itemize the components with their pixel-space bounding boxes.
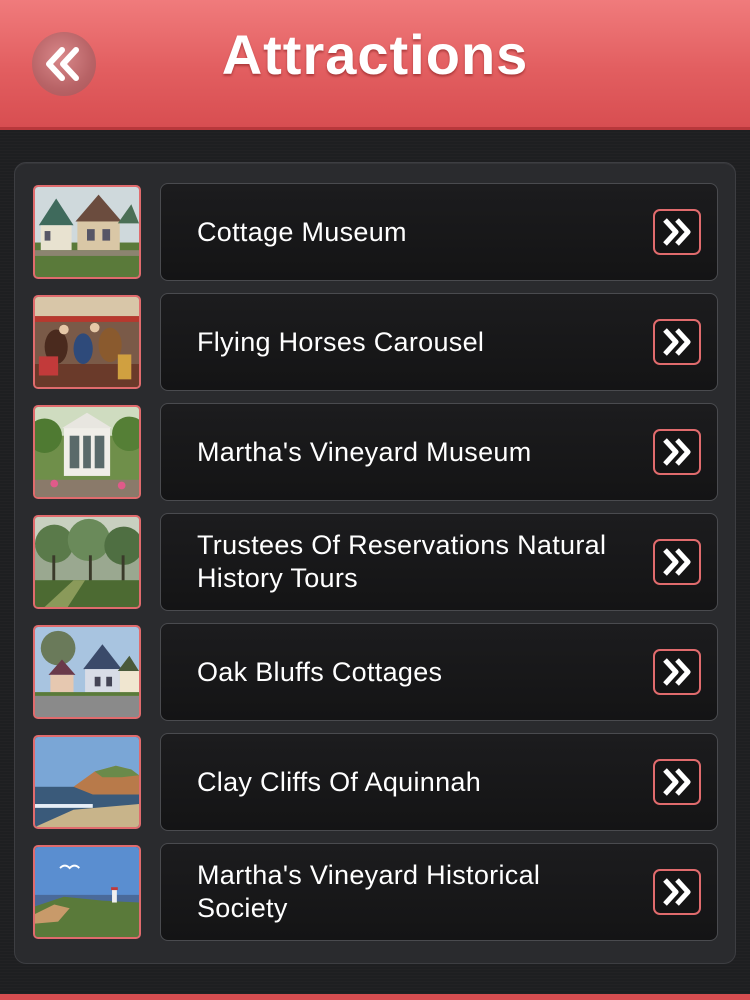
bottom-accent-bar xyxy=(0,994,750,1000)
list-item: Martha's Vineyard Museum xyxy=(15,403,735,503)
attraction-item[interactable]: Martha's Vineyard Historical Society xyxy=(160,843,718,941)
open-button[interactable] xyxy=(653,649,701,695)
attraction-label: Oak Bluffs Cottages xyxy=(197,656,443,687)
list-item: Flying Horses Carousel xyxy=(15,293,735,393)
attraction-label: Martha's Vineyard Museum xyxy=(197,436,532,467)
attraction-item[interactable]: Oak Bluffs Cottages xyxy=(160,623,718,721)
attraction-item[interactable]: Clay Cliffs Of Aquinnah xyxy=(160,733,718,831)
double-chevron-right-icon xyxy=(663,878,691,906)
list-item: Oak Bluffs Cottages xyxy=(15,623,735,723)
attraction-item[interactable]: Martha's Vineyard Museum xyxy=(160,403,718,501)
double-chevron-right-icon xyxy=(663,658,691,686)
forest-trail-photo[interactable] xyxy=(33,515,141,609)
attraction-item[interactable]: Cottage Museum xyxy=(160,183,718,281)
app-header: Attractions xyxy=(0,0,750,130)
museum-gazebo-photo[interactable] xyxy=(33,405,141,499)
attraction-label: Flying Horses Carousel xyxy=(197,326,485,357)
attraction-label: Clay Cliffs Of Aquinnah xyxy=(197,766,482,797)
list-item: Cottage Museum xyxy=(15,183,735,283)
list-item: Clay Cliffs Of Aquinnah xyxy=(15,733,735,833)
cottages-photo[interactable] xyxy=(33,185,141,279)
attractions-list: Cottage Museum Flying Horses Carousel Ma… xyxy=(14,162,736,964)
open-button[interactable] xyxy=(653,319,701,365)
open-button[interactable] xyxy=(653,539,701,585)
attraction-item[interactable]: Trustees Of Reservations Natural History… xyxy=(160,513,718,611)
open-button[interactable] xyxy=(653,759,701,805)
attraction-label: Martha's Vineyard Historical Society xyxy=(197,860,541,923)
double-chevron-right-icon xyxy=(663,328,691,356)
page-title: Attractions xyxy=(221,23,529,86)
lighthouse-coast-photo[interactable] xyxy=(33,845,141,939)
attraction-item[interactable]: Flying Horses Carousel xyxy=(160,293,718,391)
double-chevron-right-icon xyxy=(663,218,691,246)
oak-bluffs-houses-photo[interactable] xyxy=(33,625,141,719)
attraction-label: Trustees Of Reservations Natural History… xyxy=(197,530,607,593)
open-button[interactable] xyxy=(653,209,701,255)
open-button[interactable] xyxy=(653,429,701,475)
clay-cliffs-photo[interactable] xyxy=(33,735,141,829)
attraction-label: Cottage Museum xyxy=(197,216,407,247)
double-chevron-right-icon xyxy=(663,438,691,466)
open-button[interactable] xyxy=(653,869,701,915)
double-chevron-right-icon xyxy=(663,768,691,796)
list-item: Trustees Of Reservations Natural History… xyxy=(15,513,735,613)
carousel-photo[interactable] xyxy=(33,295,141,389)
list-item: Martha's Vineyard Historical Society xyxy=(15,843,735,943)
double-chevron-right-icon xyxy=(663,548,691,576)
